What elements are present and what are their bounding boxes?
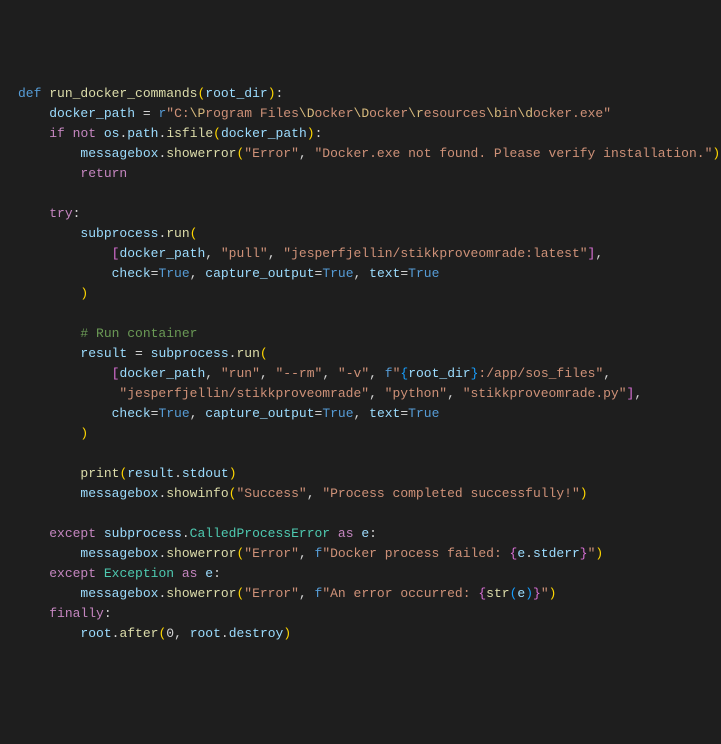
code-line: result = subprocess.run(: [18, 346, 268, 361]
code-line: [docker_path, "pull", "jesperfjellin/sti…: [18, 246, 603, 261]
code-line: if not os.path.isfile(docker_path):: [18, 126, 322, 141]
code-line: return: [18, 166, 127, 181]
code-line: docker_path = r"C:\Program Files\Docker\…: [18, 106, 611, 121]
code-line: messagebox.showinfo("Success", "Process …: [18, 486, 588, 501]
code-line: def run_docker_commands(root_dir):: [18, 86, 283, 101]
code-line: ): [18, 426, 88, 441]
code-line: # Run container: [18, 326, 197, 341]
code-line: ): [18, 286, 88, 301]
code-line: [docker_path, "run", "--rm", "-v", f"{ro…: [18, 366, 611, 381]
code-line: subprocess.run(: [18, 226, 197, 241]
code-line: except Exception as e:: [18, 566, 221, 581]
code-line: try:: [18, 206, 80, 221]
code-line: root.after(0, root.destroy): [18, 626, 291, 641]
code-line: messagebox.showerror("Error", f"Docker p…: [18, 546, 603, 561]
code-line: except subprocess.CalledProcessError as …: [18, 526, 377, 541]
code-line: "jesperfjellin/stikkproveomrade", "pytho…: [18, 386, 642, 401]
code-line: messagebox.showerror("Error", "Docker.ex…: [18, 146, 720, 161]
code-line: check=True, capture_output=True, text=Tr…: [18, 266, 439, 281]
code-line: finally:: [18, 606, 112, 621]
code-line: print(result.stdout): [18, 466, 237, 481]
code-editor[interactable]: def run_docker_commands(root_dir): docke…: [18, 84, 721, 644]
code-line: messagebox.showerror("Error", f"An error…: [18, 586, 556, 601]
code-line: check=True, capture_output=True, text=Tr…: [18, 406, 439, 421]
